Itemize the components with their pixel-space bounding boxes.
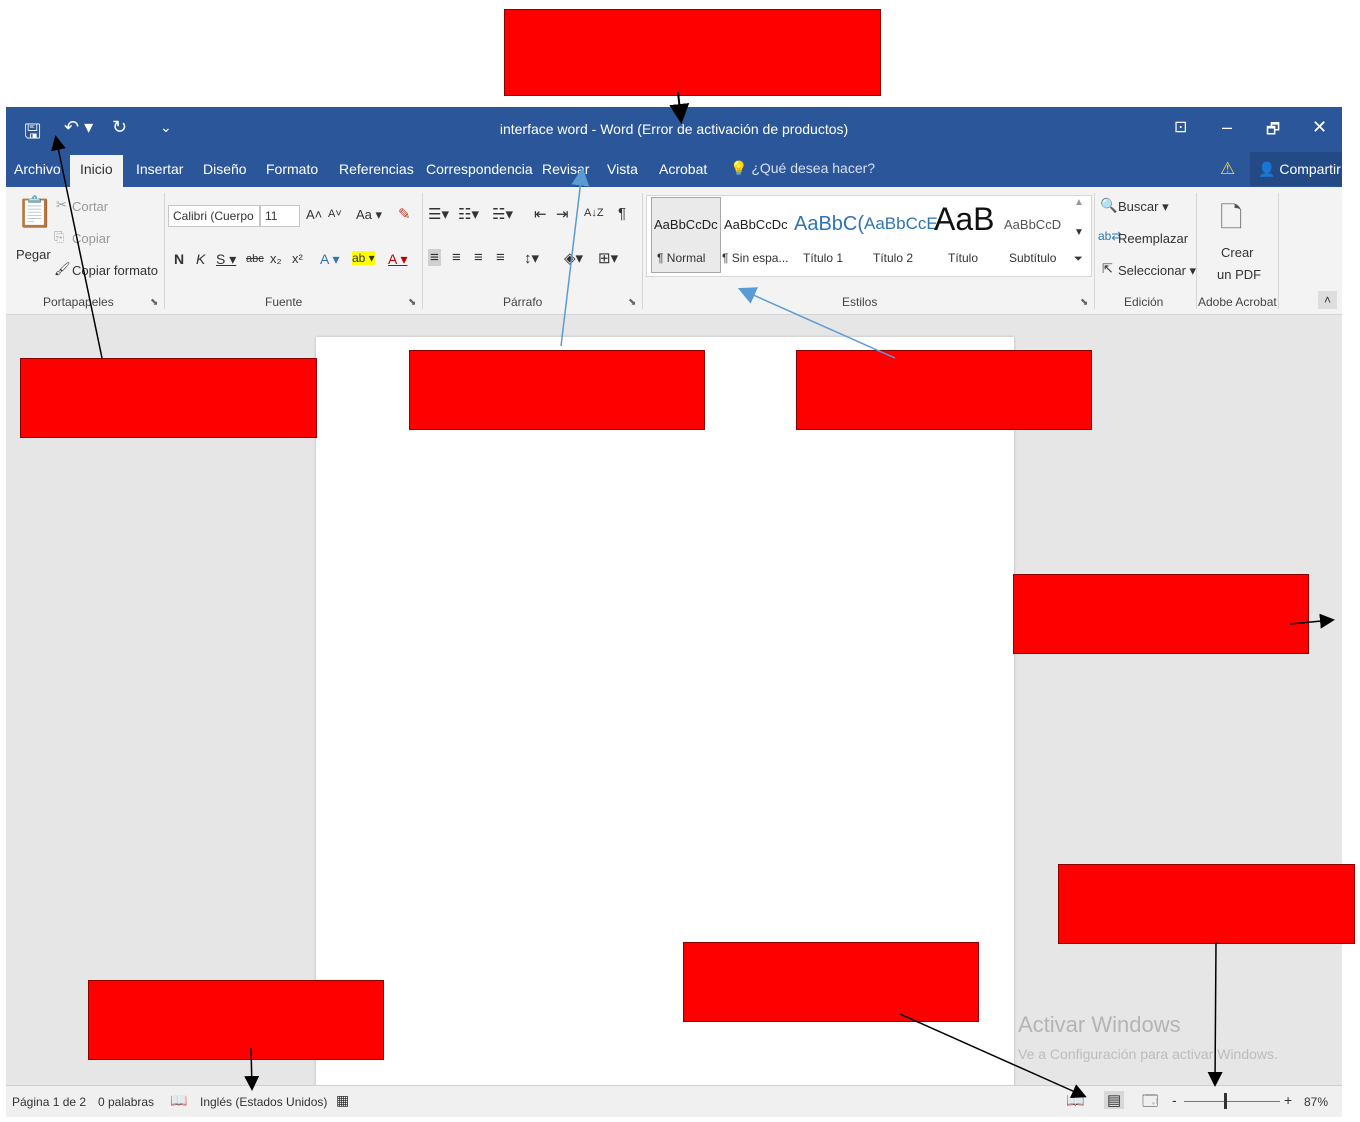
arrow-quick-access [51,135,103,359]
arrow-zoom [1207,941,1223,1087]
annotation-arrows [51,91,1335,1098]
arrow-title [669,91,690,124]
arrow-tabs [560,167,590,347]
arrow-statusbar [244,1047,260,1091]
arrow-views [899,1013,1087,1098]
arrow-scrollbar [1289,613,1335,629]
screenshot-canvas: 🖫 ↶ ▾ ↻ ⌄ interface word - Word (Error d… [0,0,1360,1122]
arrow-ribbon [737,287,896,359]
